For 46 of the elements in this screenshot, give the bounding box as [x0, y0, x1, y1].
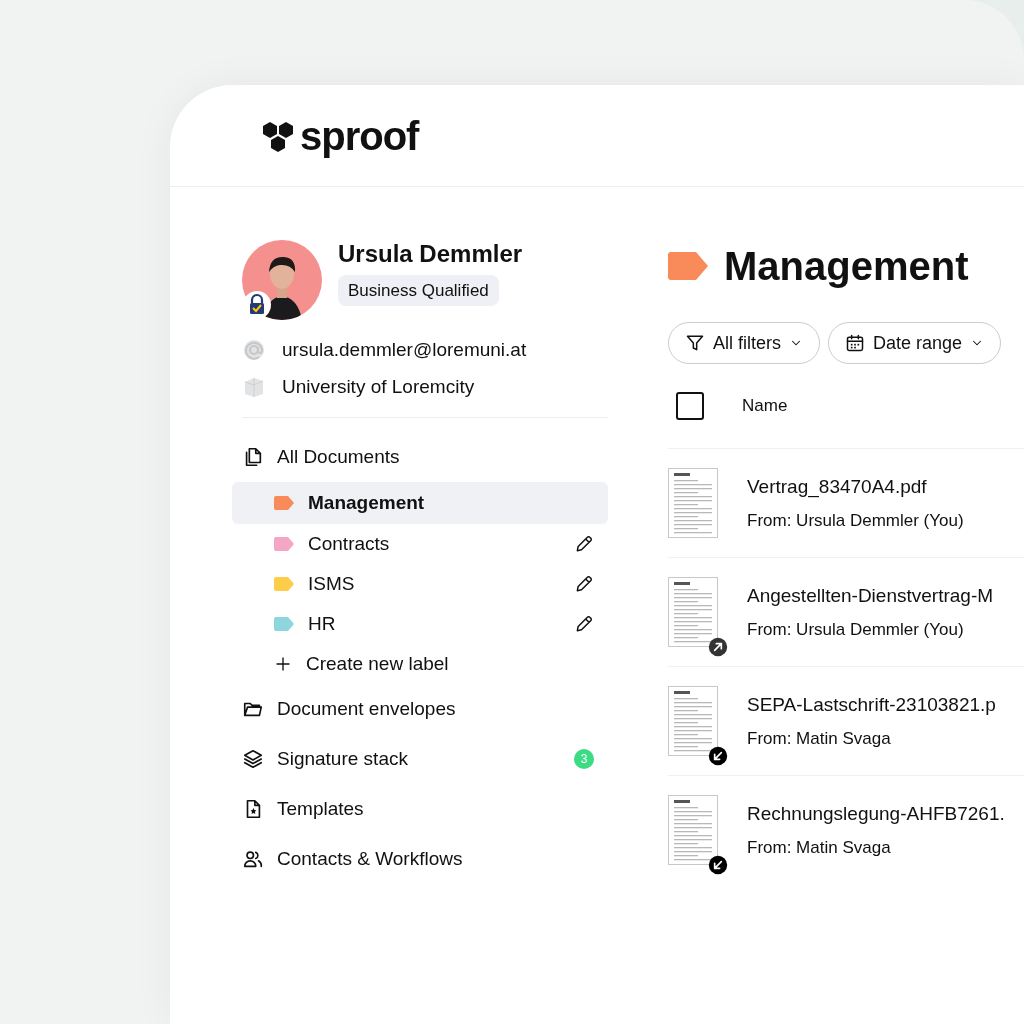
sender-text: From: Matin Svaga: [747, 836, 892, 859]
page-title: Management: [724, 246, 969, 286]
people-icon: [242, 848, 264, 870]
filter-dropdown[interactable]: All filters: [668, 322, 820, 364]
document-thumbnail: [668, 577, 718, 647]
sender-text: From: Ursula Demmler (You): [747, 618, 965, 641]
pencil-icon[interactable]: [574, 534, 594, 554]
qualification-tag: Business Qualified: [338, 274, 499, 307]
select-all-checkbox[interactable]: [676, 392, 704, 420]
arrow-down-left-icon: [708, 746, 728, 766]
document-thumbnail: [668, 468, 718, 538]
arrow-up-right-icon: [708, 637, 728, 657]
plus-icon: [274, 655, 292, 673]
count-badge: 3: [574, 749, 594, 769]
nav-item[interactable]: Document envelopes: [232, 684, 608, 734]
document-name[interactable]: Vertrag_83470A4.pdf: [747, 473, 964, 502]
layers-icon: [242, 748, 264, 770]
label-item[interactable]: Management: [232, 482, 608, 524]
sender-text: From: Ursula Demmler (You): [747, 509, 964, 532]
document-name[interactable]: Angestellten-Dienstvertrag-M: [747, 582, 994, 611]
at-sign-icon: [242, 338, 266, 363]
label-tag-icon: [668, 252, 708, 280]
nav-item[interactable]: Contacts & Workflows: [232, 834, 608, 884]
nav-item[interactable]: Signature stack 3: [232, 734, 608, 784]
pencil-icon[interactable]: [574, 614, 594, 634]
column-header[interactable]: Name: [742, 393, 788, 419]
profile-name: Ursula Demmler: [338, 240, 523, 269]
label-item[interactable]: Contracts: [232, 524, 608, 564]
pencil-icon[interactable]: [574, 574, 594, 594]
document-thumbnail: [668, 686, 718, 756]
document-name[interactable]: SEPA-Lastschrift-23103821.p: [747, 691, 996, 720]
nav-item[interactable]: All Documents: [232, 432, 608, 482]
filter-dropdown[interactable]: Date range: [828, 322, 1002, 364]
logo-text: sproof: [300, 115, 419, 156]
filter-icon: [685, 333, 705, 353]
arrow-down-left-icon: [708, 855, 728, 875]
calendar-icon: [845, 333, 865, 353]
organization-text: University of Loremcity: [282, 374, 475, 399]
email-text: ursula.demmler@loremuni.at: [282, 338, 527, 362]
label-item[interactable]: ISMS: [232, 564, 608, 604]
document-name[interactable]: Rechnungslegung-AHFB7261.: [747, 800, 1005, 829]
label-item[interactable]: HR: [232, 604, 608, 644]
document-thumbnail: [668, 795, 718, 865]
nav-item[interactable]: Templates: [232, 784, 608, 834]
sender-text: From: Matin Svaga: [747, 727, 892, 750]
create-label-button[interactable]: Create new label: [232, 644, 608, 684]
